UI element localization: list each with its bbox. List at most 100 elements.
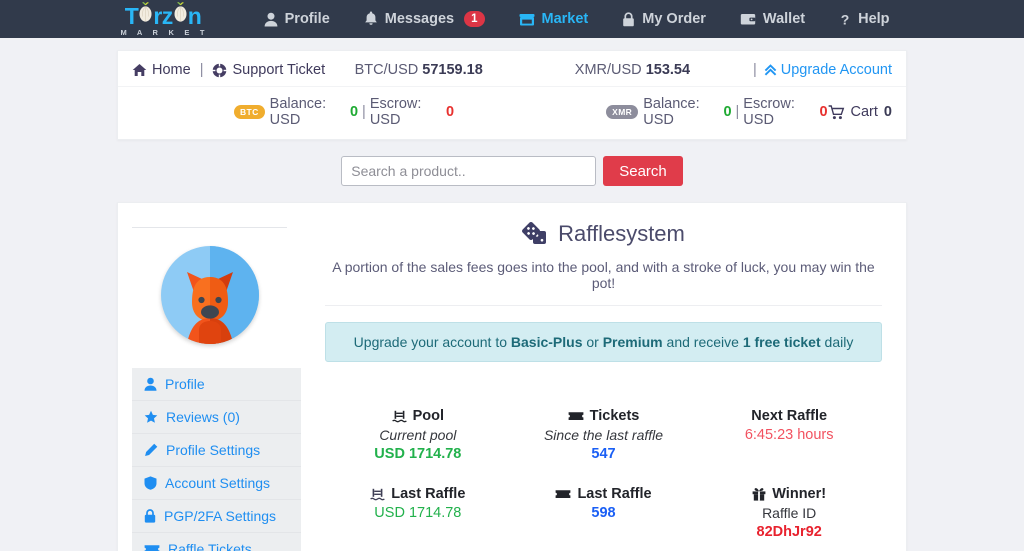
brand-subtitle: M A R K E T: [120, 27, 209, 37]
nav-label: Profile: [284, 11, 330, 27]
stat-title: Pool: [412, 408, 445, 424]
stat-title: Last Raffle: [391, 486, 466, 502]
btc-escrow-label: Escrow: USD: [369, 96, 422, 128]
upgrade-divider: |: [752, 62, 757, 78]
breadcrumb-separator: |: [199, 62, 204, 78]
stat-tickets: Tickets Since the last raffle 547: [511, 408, 697, 462]
ticker-top-row: Home | Support Ticket BTC/USD 57159.18 X…: [118, 51, 906, 87]
nav-item-messages[interactable]: Messages 1: [347, 10, 502, 28]
stat-value: USD 1714.78: [374, 446, 462, 462]
btc-escrow-divider: |: [362, 104, 366, 120]
ticket-icon: [144, 543, 160, 551]
stat-heading: Last Raffle: [325, 486, 511, 502]
sidebar-item-pgp-2fa-settings[interactable]: PGP/2FA Settings: [132, 500, 301, 533]
cart-link[interactable]: Cart 0: [828, 104, 892, 120]
onion-bulb-icon-1: [138, 1, 153, 24]
nav-item-help[interactable]: ? Help: [822, 11, 906, 27]
page-subtitle: A portion of the sales fees goes into th…: [325, 259, 882, 306]
btc-balance-label: Balance: USD: [269, 96, 327, 128]
onion-bulb-icon-2: [173, 1, 188, 24]
support-icon: [212, 62, 228, 78]
lock-icon: [144, 509, 156, 523]
alert-text-2: or: [582, 334, 603, 350]
upgrade-alert: Upgrade your account to Basic-Plus or Pr…: [325, 322, 882, 362]
stat-winner: Winner! Raffle ID 82DhJr92: [696, 486, 882, 540]
pool-icon: [370, 488, 386, 501]
nav-label: My Order: [642, 11, 706, 27]
btc-balance-group: BTC Balance: USD 0 | Escrow: USD 0: [234, 96, 454, 128]
alert-bold-2: Premium: [602, 334, 663, 350]
svg-text:?: ?: [841, 12, 850, 27]
sidebar-item-label: Profile: [165, 376, 205, 392]
stat-value: 598: [591, 505, 616, 521]
sidebar-item-label: PGP/2FA Settings: [164, 508, 277, 524]
sidebar-item-raffle-tickets[interactable]: Raffle Tickets: [132, 533, 301, 551]
ticket-icon: [568, 410, 584, 422]
nav-item-my-order[interactable]: My Order: [605, 11, 723, 27]
xmr-badge: XMR: [606, 105, 639, 119]
sidebar-item-account-settings[interactable]: Account Settings: [132, 467, 301, 500]
sidebar-item-profile-settings[interactable]: Profile Settings: [132, 434, 301, 467]
pencil-icon: [144, 443, 158, 457]
nav-label: Messages: [384, 10, 455, 27]
btc-escrow-value: 0: [446, 104, 455, 120]
messages-count-badge: 1: [464, 10, 485, 28]
search-bar: Search: [117, 156, 907, 186]
nav-item-market[interactable]: Market: [502, 11, 606, 27]
ticker-card: Home | Support Ticket BTC/USD 57159.18 X…: [117, 50, 907, 140]
nav-item-profile[interactable]: Profile: [247, 11, 347, 27]
nav-item-wallet[interactable]: Wallet: [723, 11, 822, 27]
dice-icon: [522, 222, 548, 246]
fox-avatar-icon: [186, 272, 233, 344]
alert-text-3: and receive: [662, 334, 743, 350]
alert-bold-1: Basic-Plus: [510, 334, 583, 350]
nav-label: Help: [858, 11, 890, 27]
upgrade-account-link[interactable]: Upgrade Account: [764, 62, 892, 78]
stat-note: Raffle ID: [762, 505, 817, 521]
brand-logo[interactable]: T rz n M A R K E T: [117, 1, 209, 37]
sidebar-item-label: Profile Settings: [166, 442, 261, 458]
stat-value: USD 1714.78: [374, 505, 462, 521]
gift-icon: [752, 487, 766, 501]
page-title-label: Rafflesystem: [558, 221, 685, 246]
breadcrumb-support-ticket-link[interactable]: Support Ticket: [232, 62, 325, 78]
stat-last-raffle-pool: Last Raffle USD 1714.78: [325, 486, 511, 540]
sidebar-item-label: Reviews (0): [166, 409, 240, 425]
stat-last-raffle-tickets: Last Raffle 598: [511, 486, 697, 540]
stat-heading: Tickets: [511, 408, 697, 424]
star-icon: [144, 410, 158, 424]
stat-note: Since the last raffle: [543, 427, 664, 443]
main-panel: Profile Reviews (0) Profile Settings Acc…: [117, 202, 907, 551]
xmr-pair-label: XMR/USD: [574, 62, 642, 78]
avatar[interactable]: [160, 246, 259, 344]
xmr-balance-label: Balance: USD: [643, 96, 700, 128]
xmr-balance-group: XMR Balance: USD 0 | Escrow: USD 0: [606, 96, 828, 128]
stat-title: Last Raffle: [577, 486, 652, 502]
alert-text-1: Upgrade your account to: [353, 334, 511, 350]
search-input[interactable]: [341, 156, 597, 186]
stats-row-2: Last Raffle USD 1714.78 Last Raffle 598: [325, 486, 882, 540]
shield-icon: [144, 476, 157, 490]
chevron-double-up-icon: [764, 63, 777, 77]
stat-heading: Last Raffle: [511, 486, 697, 502]
stat-title: Winner!: [772, 486, 827, 502]
cart-label: Cart: [850, 104, 878, 120]
breadcrumb-home-link[interactable]: Home: [152, 62, 191, 78]
nav-label: Wallet: [762, 11, 806, 27]
cart-count: 0: [883, 104, 892, 120]
brand-text-2: rz: [153, 2, 173, 29]
raffle-stats: Pool Current pool USD 1714.78 Tickets Si…: [325, 408, 882, 540]
search-button[interactable]: Search: [603, 156, 683, 186]
stat-heading: Next Raffle: [696, 408, 882, 424]
sidebar-item-reviews[interactable]: Reviews (0): [132, 401, 301, 434]
sidebar-item-profile[interactable]: Profile: [132, 368, 301, 401]
stats-row-1: Pool Current pool USD 1714.78 Tickets Si…: [325, 408, 882, 462]
question-icon: ?: [839, 12, 851, 27]
xmr-balance-value: 0: [723, 104, 732, 120]
ticket-icon: [555, 488, 571, 500]
xmr-escrow-label: Escrow: USD: [743, 96, 795, 128]
xmr-price: 153.54: [645, 62, 691, 78]
stat-value: 547: [591, 446, 616, 462]
btc-ticker: BTC/USD 57159.18: [355, 62, 483, 78]
avatar-container: [132, 228, 301, 344]
